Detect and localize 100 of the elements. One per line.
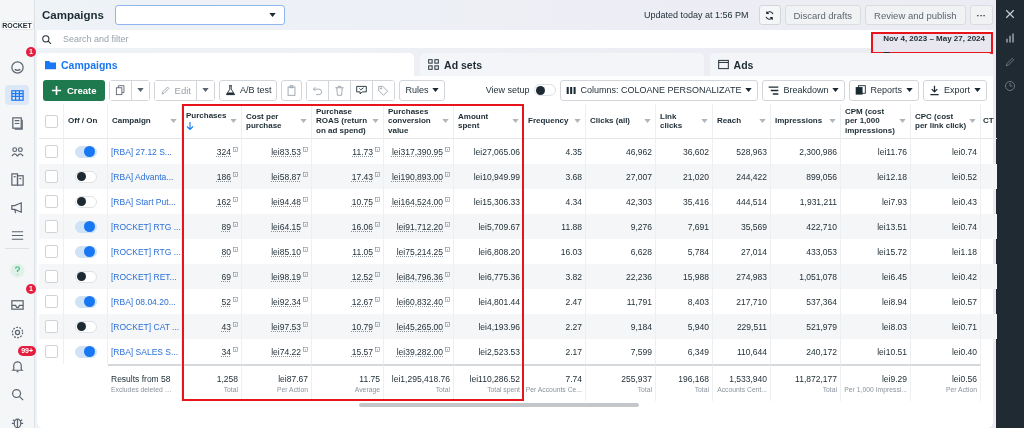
table-cell: 21,020 bbox=[683, 171, 709, 182]
columns-button[interactable]: Columns: COLOANE PERSONALIZATE bbox=[559, 79, 759, 101]
table-cell: 110,644 bbox=[736, 346, 767, 357]
table-cell: 46,962 bbox=[626, 146, 652, 157]
tab[interactable]: Campaigns bbox=[37, 53, 415, 76]
table-cell: 7,691 bbox=[687, 221, 709, 232]
table-cell: lei15.72 bbox=[877, 246, 907, 257]
table-cell: 9,184 bbox=[630, 321, 652, 332]
table-cell: 162 bbox=[216, 196, 231, 207]
table-cell: 10.79 bbox=[351, 321, 373, 332]
table-cell: lei2,523.53 bbox=[478, 346, 520, 357]
column-header[interactable]: Purchases conversion value bbox=[388, 106, 440, 136]
table-cell: lei10,949.99 bbox=[473, 171, 520, 182]
table-cell: lei15,306.33 bbox=[473, 196, 520, 207]
table-cell: lei11.76 bbox=[877, 146, 907, 157]
table-cell: lei94.48 bbox=[271, 196, 301, 207]
table-cell: lei45,265.00 bbox=[396, 321, 443, 332]
table-cell: lei60,832.40 bbox=[396, 296, 443, 307]
table-cell: 899,056 bbox=[806, 171, 837, 182]
table-cell: lei97.53 bbox=[271, 321, 301, 332]
total-value: 255,937 bbox=[621, 374, 652, 384]
table-cell: lei13.51 bbox=[877, 221, 907, 232]
column-header[interactable]: Purchases bbox=[186, 111, 227, 131]
table-cell: 27,014 bbox=[741, 246, 767, 257]
table-cell: 229,511 bbox=[736, 321, 767, 332]
page-title: Campaigns bbox=[42, 9, 104, 21]
table-cell: 12.67 bbox=[351, 296, 373, 307]
table-cell: lei0.74 bbox=[951, 146, 977, 157]
table-cell: 8,403 bbox=[687, 296, 709, 307]
total-value: 7.74 bbox=[565, 374, 582, 384]
campaign-link[interactable]: [RBA] Start Put... bbox=[111, 196, 176, 207]
discard-drafts-button[interactable]: Discard drafts bbox=[784, 5, 862, 25]
column-header[interactable]: Campaign bbox=[112, 116, 151, 126]
table-cell: 34 bbox=[221, 346, 231, 357]
table-cell: lei0.43 bbox=[951, 196, 977, 207]
table-cell: 537,364 bbox=[806, 296, 837, 307]
table-cell: 11.73 bbox=[352, 146, 373, 157]
table-cell: 433,053 bbox=[806, 246, 837, 257]
more-button[interactable]: ··· bbox=[969, 5, 993, 25]
column-header[interactable]: Off / On bbox=[68, 116, 98, 126]
rules-button[interactable]: Rules bbox=[399, 79, 446, 101]
column-header[interactable]: Clicks (all) bbox=[590, 116, 630, 126]
table-cell: lei5,709.67 bbox=[478, 221, 520, 232]
table-cell: lei39,282.00 bbox=[396, 346, 443, 357]
reports-button[interactable]: Reports bbox=[849, 79, 919, 101]
column-header[interactable]: Cost per purchase bbox=[246, 111, 298, 131]
campaign-link[interactable]: [ROCKET] RET... bbox=[111, 271, 177, 282]
table-cell: 4.35 bbox=[565, 146, 582, 157]
breakdown-button[interactable]: Breakdown bbox=[762, 79, 846, 101]
table-cell: 16.06 bbox=[351, 221, 373, 232]
campaign-link[interactable]: [RBA] Advanta... bbox=[111, 171, 174, 182]
table-cell: 240,172 bbox=[806, 346, 837, 357]
column-header[interactable]: Link clicks bbox=[660, 111, 699, 131]
table-cell: 80 bbox=[221, 246, 231, 257]
column-header[interactable]: Purchase ROAS (return on ad spend) bbox=[316, 106, 370, 136]
total-value: 11.75 bbox=[359, 374, 380, 384]
campaign-link[interactable]: [RBA] 27.12 S... bbox=[111, 146, 172, 157]
table-cell: 444,514 bbox=[736, 196, 767, 207]
table-cell: 2.17 bbox=[565, 346, 582, 357]
table-cell: lei0.74 bbox=[951, 221, 977, 232]
column-header[interactable]: CPC (cost per link click) bbox=[915, 111, 967, 131]
table-cell: lei317,390.95 bbox=[391, 146, 443, 157]
table-cell: 4.34 bbox=[565, 196, 582, 207]
campaign-link[interactable]: [RBA] 08.04.20... bbox=[111, 296, 176, 307]
table-cell: 274,983 bbox=[736, 271, 767, 282]
campaign-link[interactable]: [ROCKET] RTG ... bbox=[111, 246, 181, 257]
total-value: 1,258 bbox=[216, 374, 238, 384]
column-header[interactable]: Reach bbox=[717, 116, 741, 126]
search-field[interactable]: Search and filter bbox=[61, 33, 872, 45]
table-cell: 11,791 bbox=[626, 296, 652, 307]
table-cell: lei8.94 bbox=[881, 296, 907, 307]
export-button[interactable]: Export bbox=[923, 79, 987, 101]
column-header[interactable]: Amount spent bbox=[458, 111, 510, 131]
review-publish-button[interactable]: Review and publish bbox=[865, 5, 966, 25]
table-cell: 15.57 bbox=[351, 346, 373, 357]
table-cell: lei8.03 bbox=[881, 321, 907, 332]
total-value: 196,168 bbox=[678, 374, 709, 384]
tab[interactable]: Ad sets bbox=[420, 53, 704, 76]
ab-test-button[interactable]: A/B test bbox=[218, 79, 278, 101]
table-cell: 2,300,986 bbox=[799, 146, 837, 157]
table-cell: 17.43 bbox=[351, 171, 373, 182]
column-header[interactable]: CT bbox=[983, 116, 994, 126]
results-summary: Results from 58 bbox=[111, 374, 171, 384]
campaign-link[interactable]: [RBA] SALES S... bbox=[111, 346, 179, 357]
campaign-link[interactable]: [ROCKET] CAT ... bbox=[111, 321, 180, 332]
column-header[interactable]: Frequency bbox=[528, 116, 569, 126]
create-button[interactable]: Create bbox=[43, 79, 105, 101]
table-cell: 3.82 bbox=[565, 271, 582, 282]
column-header[interactable]: Impressions bbox=[775, 116, 823, 126]
table-cell: lei0.57 bbox=[951, 296, 977, 307]
column-header[interactable]: CPM (cost per 1,000 impressions) bbox=[845, 106, 897, 136]
table-cell: lei85.10 bbox=[271, 246, 301, 257]
table-cell: 1,051,078 bbox=[799, 271, 837, 282]
table-cell: lei83.53 bbox=[271, 146, 301, 157]
tab[interactable]: Ads bbox=[709, 53, 993, 76]
campaign-link[interactable]: [ROCKET] RTG ... bbox=[111, 221, 181, 232]
updated-label: Updated today at 1:56 PM bbox=[643, 10, 749, 20]
date-range-picker[interactable]: Nov 4, 2023 – May 27, 2024 bbox=[871, 32, 993, 54]
table-cell: lei0.42 bbox=[951, 271, 977, 282]
table-cell: lei4,801.44 bbox=[478, 296, 520, 307]
